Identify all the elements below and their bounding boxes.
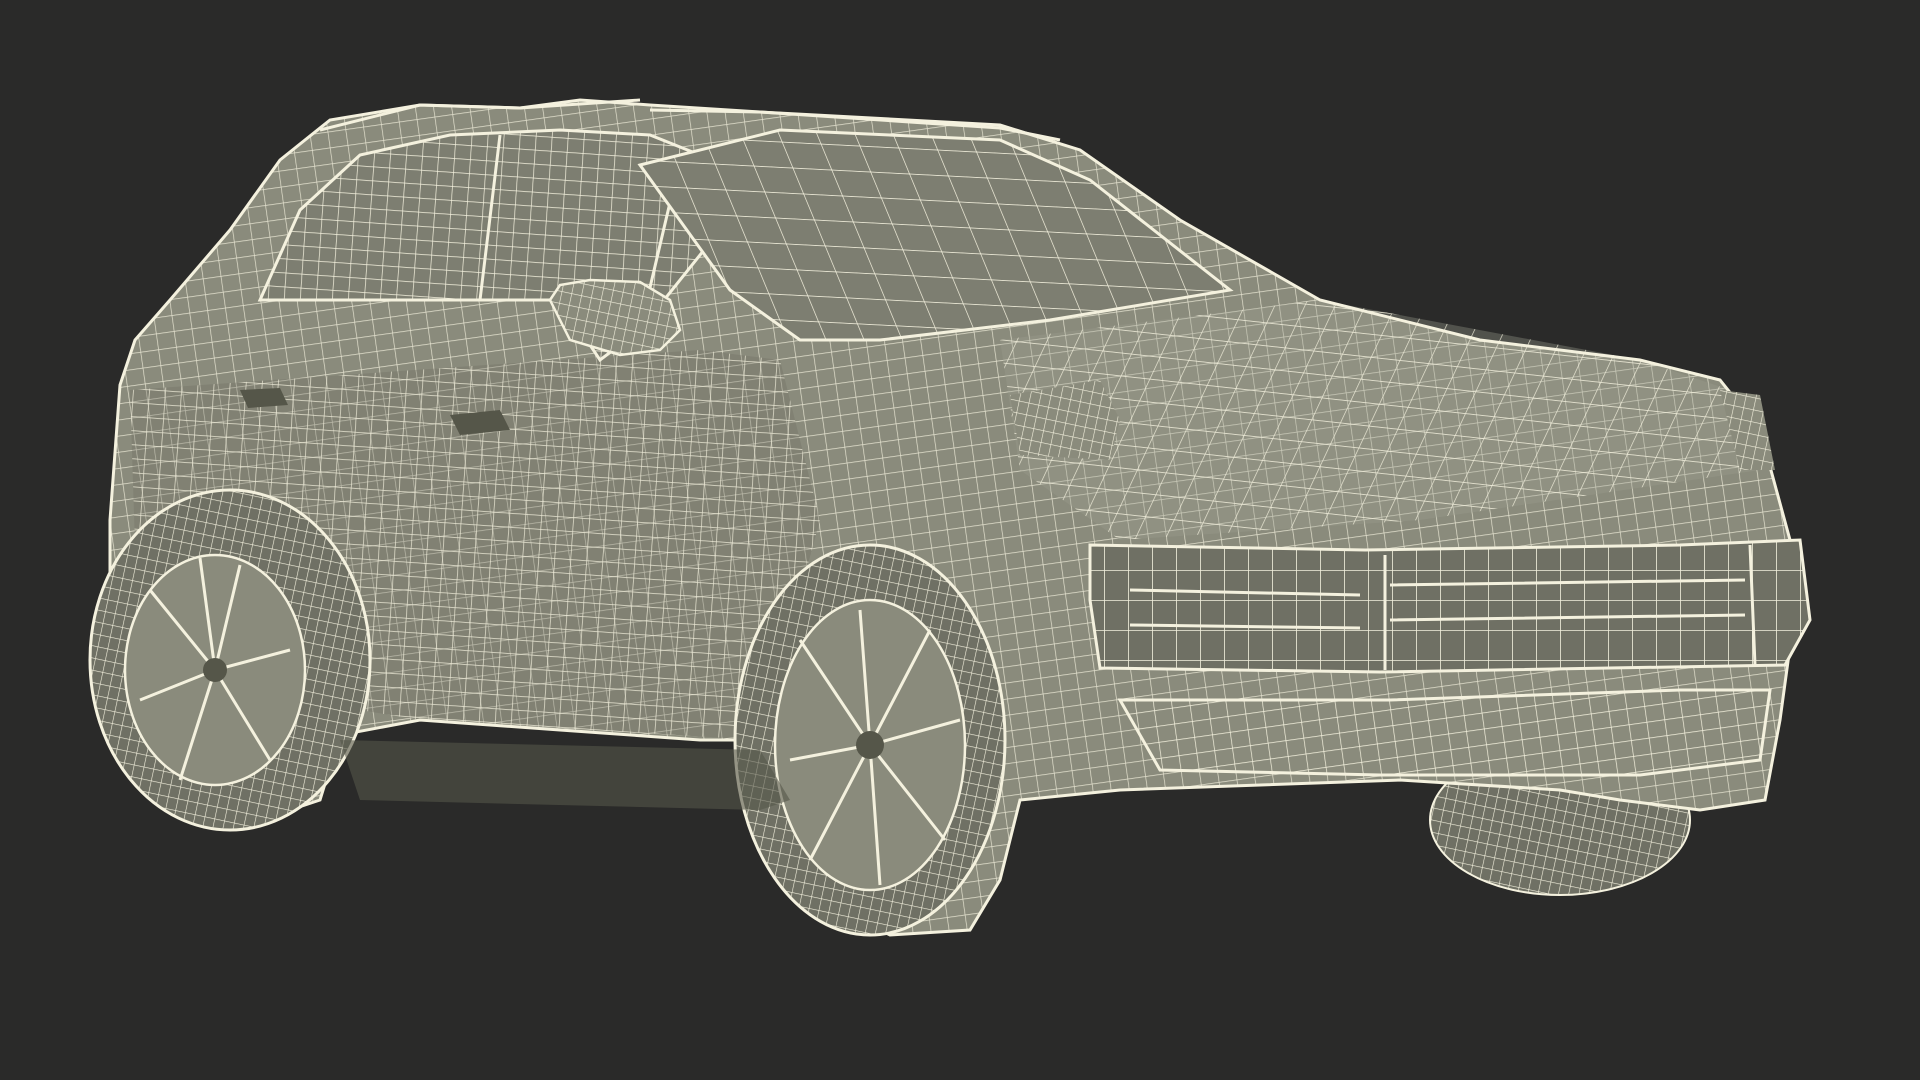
front-grille [1088,538,1812,674]
wireframe-car-render [0,0,1920,1080]
under-shadow [340,740,790,810]
lower-bumper [1117,688,1772,777]
render-viewport [0,0,1920,1080]
